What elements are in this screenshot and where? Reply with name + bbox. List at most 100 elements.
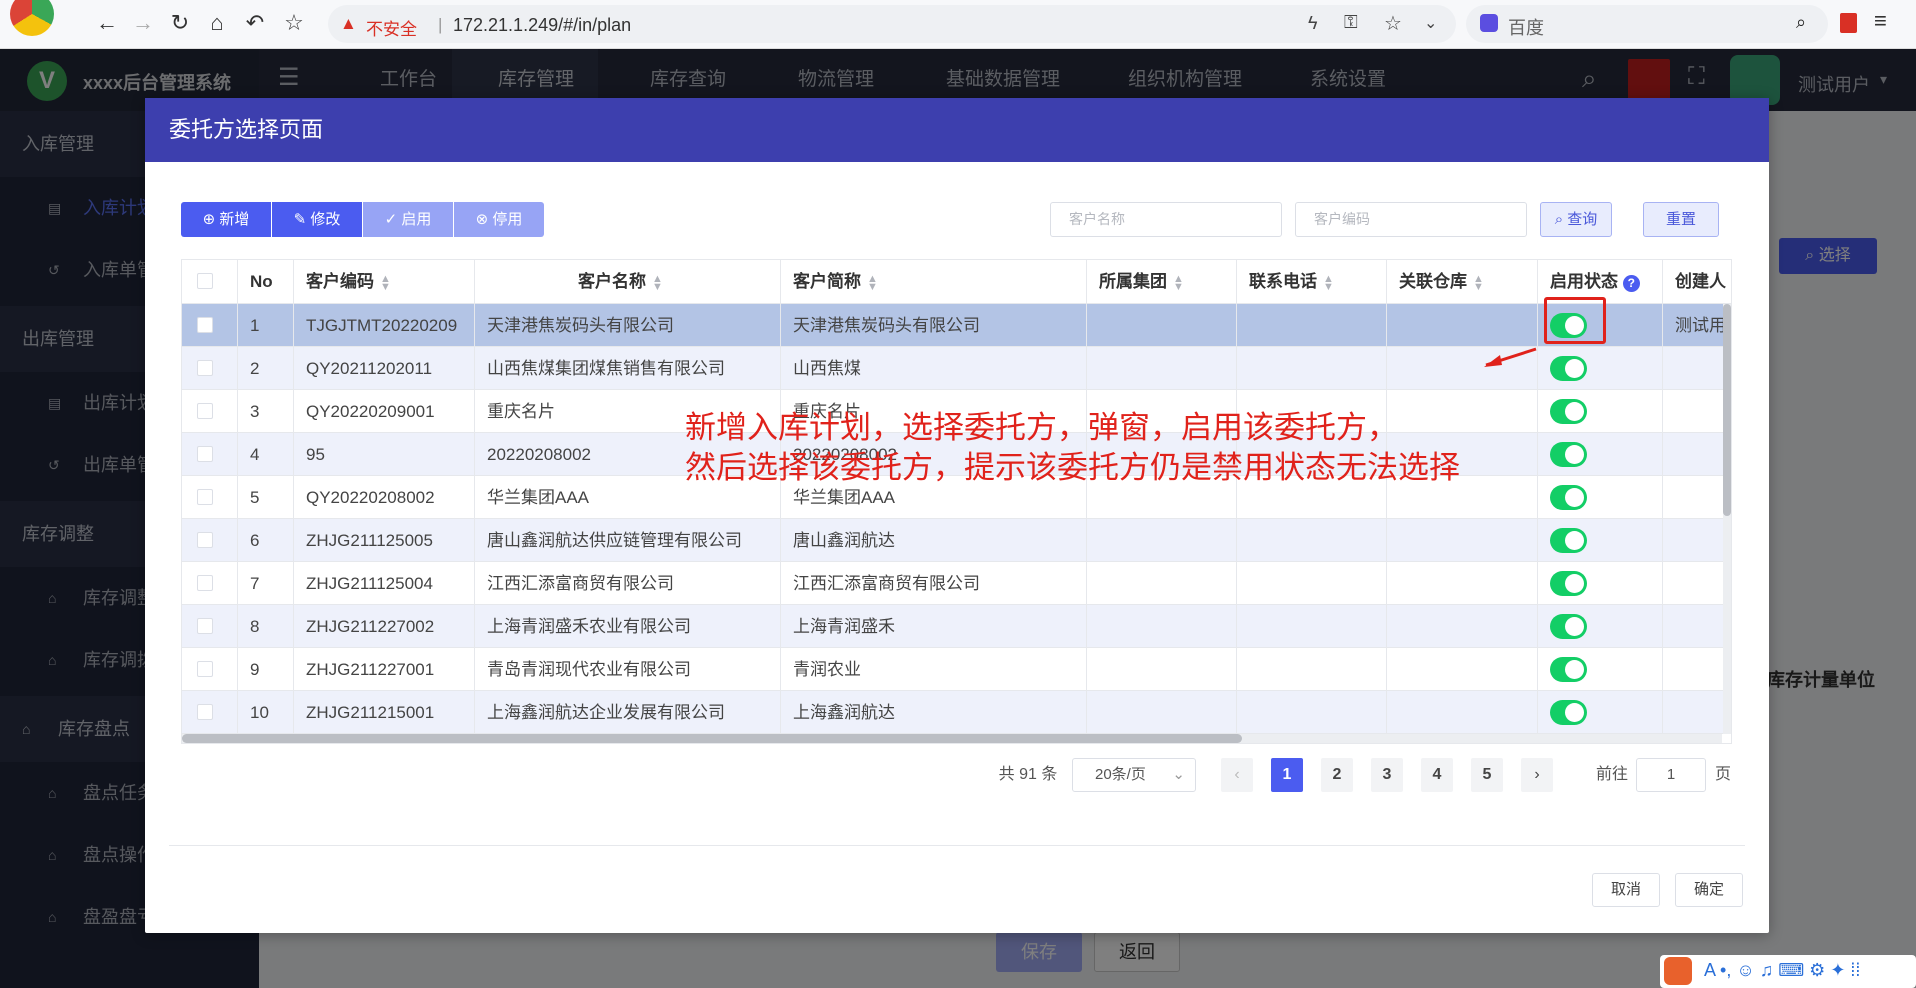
sort-icon[interactable]: ▲ ▼: [380, 273, 391, 292]
ime-tools-icon[interactable]: A •, ☺ ♫ ⌨ ⚙ ✦ ⁞⁞: [1704, 960, 1860, 981]
cell-status: [1538, 476, 1663, 519]
browser-search-box[interactable]: 百度 ⌕: [1466, 5, 1828, 43]
page-1[interactable]: 1: [1271, 758, 1303, 792]
sort-icon[interactable]: ▲ ▼: [1323, 273, 1334, 292]
footer-divider: [169, 845, 1745, 846]
table-row[interactable]: 9 ZHJG211227001 青岛青润现代农业有限公司 青润农业: [182, 648, 1731, 691]
cell-status: [1538, 433, 1663, 476]
status-toggle[interactable]: [1550, 614, 1587, 639]
horizontal-scrollbar[interactable]: [182, 734, 1722, 743]
col-phone[interactable]: 联系电话 ▲ ▼: [1237, 260, 1387, 304]
page-5[interactable]: 5: [1471, 758, 1503, 792]
vertical-scrollbar[interactable]: [1723, 304, 1731, 734]
row-checkbox[interactable]: [197, 317, 213, 333]
row-checkbox[interactable]: [197, 618, 213, 634]
help-icon[interactable]: ?: [1622, 275, 1640, 292]
status-toggle[interactable]: [1550, 657, 1587, 682]
confirm-button[interactable]: 确定: [1675, 873, 1743, 907]
undo-icon[interactable]: ↶: [242, 10, 268, 36]
cell-customer-name: 青岛青润现代农业有限公司: [475, 648, 781, 691]
row-checkbox[interactable]: [197, 532, 213, 548]
table-row[interactable]: 1 TJGJTMT20220209 天津港焦炭码头有限公司 天津港焦炭码头有限公司 测试…: [182, 304, 1731, 347]
cell-no: 10: [238, 691, 294, 734]
row-checkbox[interactable]: [197, 446, 213, 462]
cell-status: [1538, 691, 1663, 734]
sort-icon[interactable]: ▲ ▼: [1173, 273, 1184, 292]
col-customer-name[interactable]: 客户名称 ▲ ▼: [475, 260, 781, 304]
home-icon[interactable]: ⌂: [204, 10, 230, 36]
status-toggle[interactable]: [1550, 528, 1587, 553]
customer-name-input[interactable]: 客户名称: [1050, 202, 1282, 237]
sort-icon[interactable]: ▲ ▼: [867, 273, 878, 292]
row-checkbox[interactable]: [197, 704, 213, 720]
cell-warehouse: [1387, 648, 1538, 691]
cell-creator: 测试用户: [1663, 304, 1731, 347]
select-all-checkbox[interactable]: [197, 273, 213, 289]
reset-button[interactable]: 重置: [1643, 202, 1719, 237]
status-toggle[interactable]: [1550, 399, 1587, 424]
sogou-icon[interactable]: [1664, 957, 1692, 985]
favorite-star-icon[interactable]: ☆: [1384, 11, 1402, 36]
search-icon[interactable]: ⌕: [1796, 12, 1806, 33]
total-count: 共 91 条: [998, 766, 1058, 783]
scrollbar-thumb[interactable]: [182, 734, 1242, 743]
cell-group: [1087, 519, 1237, 562]
page-size-select[interactable]: 20条/页 ⌄: [1072, 758, 1196, 792]
page-4[interactable]: 4: [1421, 758, 1453, 792]
menu-icon[interactable]: ≡: [1874, 8, 1887, 34]
insecure-label: 不安全: [366, 20, 417, 39]
forward-icon[interactable]: →: [130, 10, 156, 36]
bookmark-star-icon[interactable]: ☆: [281, 10, 307, 36]
row-checkbox[interactable]: [197, 575, 213, 591]
add-button[interactable]: ⊕ 新增: [181, 202, 271, 237]
prev-page-icon[interactable]: ‹: [1221, 758, 1253, 792]
dropdown-icon[interactable]: ⌄: [1424, 13, 1437, 33]
lightning-icon[interactable]: ϟ: [1308, 13, 1318, 34]
next-page-icon[interactable]: ›: [1521, 758, 1553, 792]
pdf-icon[interactable]: [1840, 13, 1857, 33]
query-button[interactable]: ⌕ 查询: [1540, 202, 1612, 237]
customer-code-input[interactable]: 客户编码: [1295, 202, 1527, 237]
cell-group: [1087, 605, 1237, 648]
col-customer-short[interactable]: 客户简称 ▲ ▼: [781, 260, 1087, 304]
cell-customer-name: 江西汇添富商贸有限公司: [475, 562, 781, 605]
enable-button[interactable]: ✓ 启用: [363, 202, 453, 237]
cell-select: [182, 476, 238, 519]
col-warehouse[interactable]: 关联仓库 ▲ ▼: [1387, 260, 1538, 304]
col-customer-code[interactable]: 客户编码 ▲ ▼: [294, 260, 475, 304]
col-no: No: [238, 260, 294, 304]
key-icon[interactable]: ⚿: [1344, 12, 1358, 33]
row-checkbox[interactable]: [197, 489, 213, 505]
status-toggle[interactable]: [1550, 442, 1587, 467]
status-toggle[interactable]: [1550, 485, 1587, 510]
cell-warehouse: [1387, 605, 1538, 648]
cell-customer-code: QY20220209001: [294, 390, 475, 433]
address-bar[interactable]: ▲ 不安全 | 172.21.1.249/#/in/plan ϟ ⚿ ☆ ⌄: [328, 5, 1456, 43]
col-group[interactable]: 所属集团 ▲ ▼: [1087, 260, 1237, 304]
cancel-button[interactable]: 取消: [1592, 873, 1660, 907]
row-checkbox[interactable]: [197, 403, 213, 419]
ime-toolbar: A •, ☺ ♫ ⌨ ⚙ ✦ ⁞⁞: [1660, 955, 1916, 988]
goto-page-input[interactable]: 1: [1636, 758, 1706, 792]
status-toggle[interactable]: [1550, 571, 1587, 596]
page-3[interactable]: 3: [1371, 758, 1403, 792]
table-row[interactable]: 10 ZHJG211215001 上海鑫润航达企业发展有限公司 上海鑫润航达: [182, 691, 1731, 734]
row-checkbox[interactable]: [197, 360, 213, 376]
sort-icon[interactable]: ▲ ▼: [652, 273, 663, 292]
row-checkbox[interactable]: [197, 661, 213, 677]
edit-button[interactable]: ✎ 修改: [272, 202, 362, 237]
page-2[interactable]: 2: [1321, 758, 1353, 792]
cell-customer-short: 山西焦煤: [781, 347, 1087, 390]
customer-select-dialog: 委托方选择页面 ⊕ 新增 ✎ 修改 ✓ 启用 ⊗ 停用 客户名称 客户编码 ⌕ …: [145, 98, 1769, 933]
table-row[interactable]: 8 ZHJG211227002 上海青润盛禾农业有限公司 上海青润盛禾: [182, 605, 1731, 648]
table-row[interactable]: 7 ZHJG211125004 江西汇添富商贸有限公司 江西汇添富商贸有限公司: [182, 562, 1731, 605]
disable-button[interactable]: ⊗ 停用: [454, 202, 544, 237]
table-row[interactable]: 6 ZHJG211125005 唐山鑫润航达供应链管理有限公司 唐山鑫润航达: [182, 519, 1731, 562]
scrollbar-thumb[interactable]: [1723, 304, 1731, 516]
sort-icon[interactable]: ▲ ▼: [1473, 273, 1484, 292]
back-icon[interactable]: ←: [94, 10, 120, 36]
reload-icon[interactable]: ↻: [167, 10, 193, 36]
cell-phone: [1237, 304, 1387, 347]
cell-phone: [1237, 347, 1387, 390]
status-toggle[interactable]: [1550, 700, 1587, 725]
